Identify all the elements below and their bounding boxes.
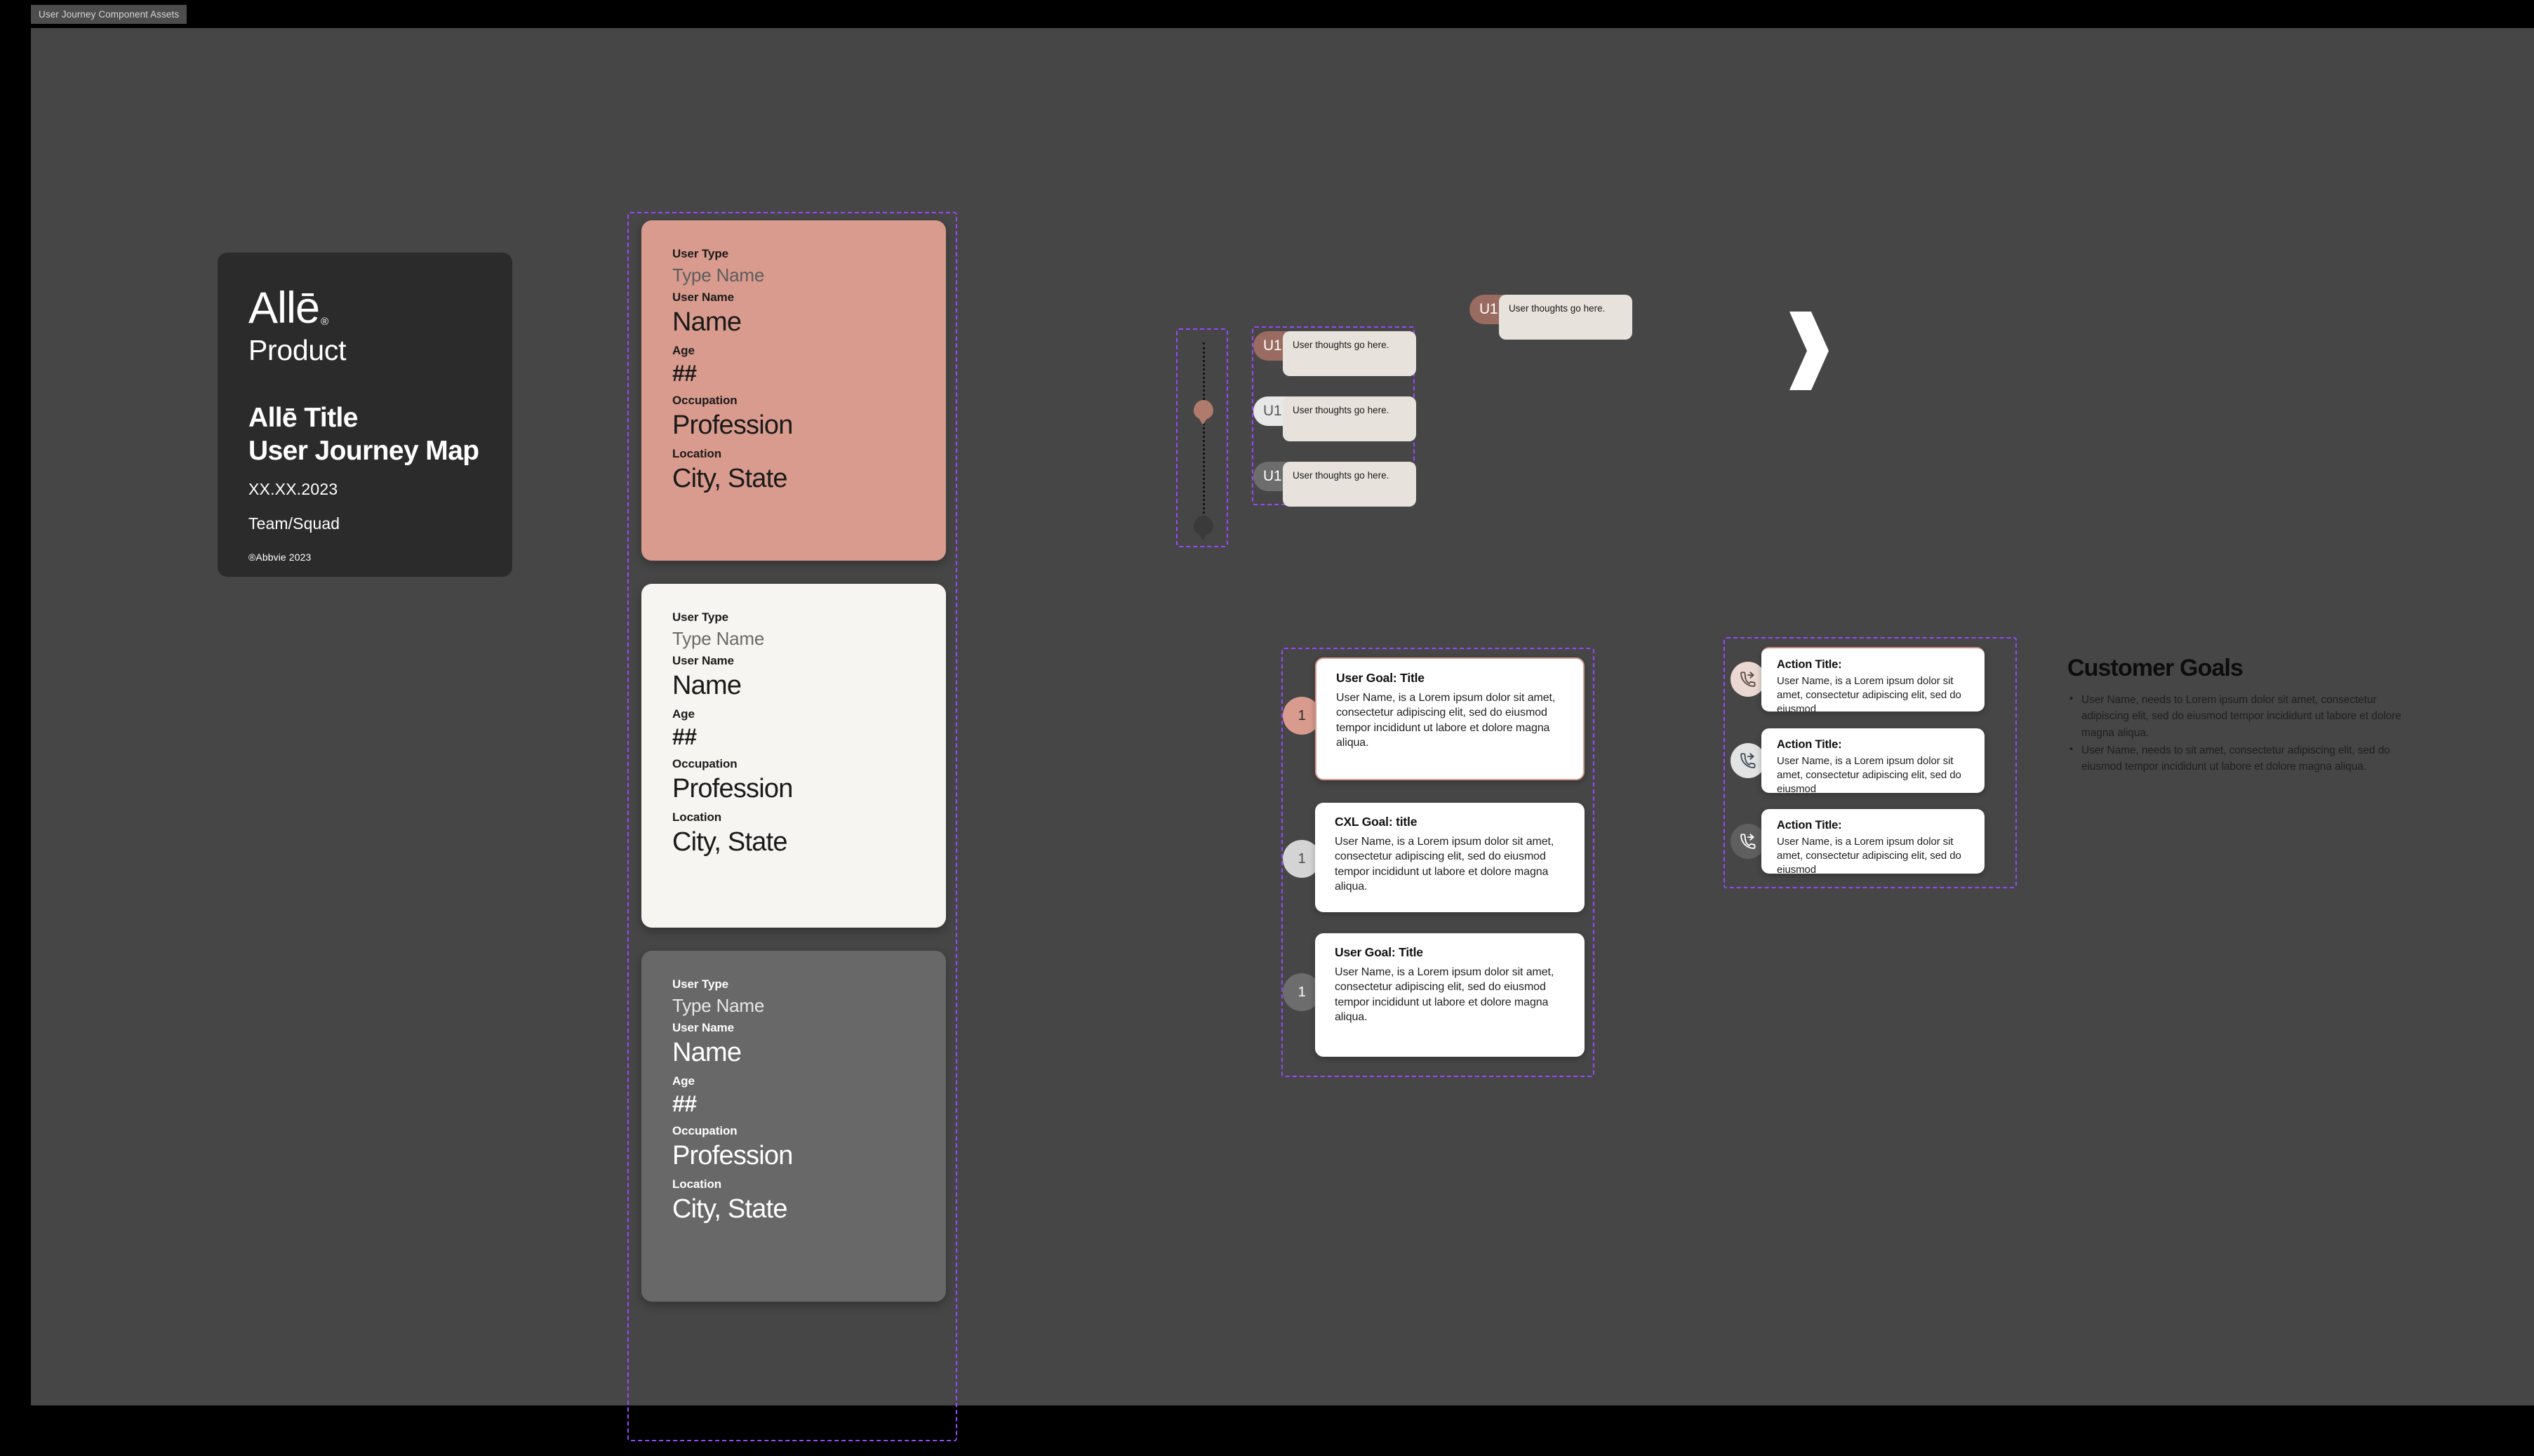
persona-value-location: City, State: [672, 1194, 787, 1224]
doc-copyright: ®Abbvie 2023: [248, 551, 312, 563]
persona-value-type: Type Name: [672, 628, 765, 649]
persona-value-type: Type Name: [672, 995, 765, 1016]
phone-forwarded-icon[interactable]: [1731, 743, 1766, 778]
action-cards-selection-box[interactable]: Action Title: User Name, is a Lorem ipsu…: [1723, 637, 2017, 888]
brand-name: Allē: [248, 283, 320, 333]
featured-thought-row[interactable]: U1 User thoughts go here.: [1469, 295, 1632, 344]
persona-card-salmon[interactable]: User Type Type Name User Name Name Age #…: [641, 220, 946, 561]
goal-body: User Name, is a Lorem ipsum dolor sit am…: [1335, 966, 1554, 1023]
action-body: User Name, is a Lorem ipsum dolor sit am…: [1777, 836, 1961, 874]
persona-value-name: Name: [672, 307, 742, 337]
action-title: Action Title:: [1777, 658, 1842, 671]
goal-card[interactable]: User Goal: Title User Name, is a Lorem i…: [1315, 933, 1585, 1057]
action-card[interactable]: Action Title: User Name, is a Lorem ipsu…: [1761, 647, 1985, 712]
action-body: User Name, is a Lorem ipsum dolor sit am…: [1777, 675, 1961, 712]
persona-value-location: City, State: [672, 464, 787, 494]
persona-value-occupation: Profession: [672, 1141, 793, 1171]
page-title: Allē Title User Journey Map: [248, 402, 481, 468]
customer-goals-list: User Name, needs to Lorem ipsum dolor si…: [2067, 691, 2425, 775]
persona-label-age: Age: [672, 1074, 695, 1088]
persona-label-location: Location: [672, 1177, 722, 1191]
persona-label-occupation: Occupation: [672, 394, 738, 408]
phone-forwarded-icon[interactable]: [1731, 662, 1766, 697]
customer-goals-heading: Customer Goals: [2067, 655, 2243, 681]
product-label: Product: [248, 333, 347, 366]
goal-body: User Name, is a Lorem ipsum dolor sit am…: [1335, 836, 1554, 893]
persona-card-light[interactable]: User Type Type Name User Name Name Age #…: [641, 584, 946, 928]
persona-label-location: Location: [672, 447, 722, 461]
doc-team: Team/Squad: [248, 514, 340, 533]
doc-title-line-2: User Journey Map: [248, 435, 479, 466]
list-item: User Name, needs to Lorem ipsum dolor si…: [2067, 691, 2425, 741]
action-card[interactable]: Action Title: User Name, is a Lorem ipsu…: [1761, 809, 1985, 874]
persona-value-type: Type Name: [672, 265, 765, 286]
persona-label-occupation: Occupation: [672, 1124, 738, 1138]
doc-date: XX.XX.2023: [248, 479, 338, 498]
journey-pin-track-selection-box[interactable]: [1176, 328, 1228, 547]
persona-label-occupation: Occupation: [672, 757, 738, 771]
goal-cards-selection-box[interactable]: 1 User Goal: Title User Name, is a Lorem…: [1281, 648, 1594, 1077]
goal-body: User Name, is a Lorem ipsum dolor sit am…: [1336, 692, 1556, 749]
thought-bubble-text: User thoughts go here.: [1283, 462, 1416, 507]
action-body: User Name, is a Lorem ipsum dolor sit am…: [1777, 755, 1961, 793]
persona-label-user-name: User Name: [672, 1021, 734, 1034]
customer-goals-block: Customer Goals User Name, needs to Lorem…: [2067, 655, 2425, 776]
thought-row[interactable]: U1 User thoughts go here.: [1253, 462, 1416, 508]
thought-row[interactable]: U1 User thoughts go here.: [1253, 331, 1416, 378]
registered-mark-icon: ®: [321, 315, 328, 328]
persona-label-user-name: User Name: [672, 654, 734, 667]
thought-bubble-text: User thoughts go here.: [1499, 295, 1632, 340]
user-thoughts-selection-box[interactable]: U1 User thoughts go here. U1 User though…: [1252, 326, 1416, 508]
persona-value-age: ##: [672, 1090, 697, 1116]
brand-wordmark: Allē ®: [248, 286, 328, 330]
list-item: User Name, needs to sit amet, consectetu…: [2067, 742, 2425, 775]
persona-value-location: City, State: [672, 827, 787, 857]
thought-row[interactable]: U1 User thoughts go here.: [1253, 396, 1416, 443]
goal-title: User Goal: Title: [1336, 671, 1425, 685]
chevron-right-icon[interactable]: [1785, 309, 1831, 393]
frame-label[interactable]: User Journey Component Assets: [31, 5, 187, 24]
persona-label-user-type: User Type: [672, 977, 729, 991]
persona-label-location: Location: [672, 810, 722, 824]
thought-bubble-text: User thoughts go here.: [1283, 331, 1416, 376]
map-pin-icon[interactable]: [1194, 516, 1213, 541]
persona-value-age: ##: [672, 723, 697, 749]
action-title: Action Title:: [1777, 819, 1842, 831]
persona-label-user-name: User Name: [672, 290, 734, 304]
persona-label-age: Age: [672, 343, 695, 357]
persona-value-occupation: Profession: [672, 774, 793, 804]
title-card[interactable]: Allē ® Product Allē Title User Journey Ma…: [218, 253, 512, 577]
goal-title: CXL Goal: title: [1335, 815, 1418, 829]
persona-value-name: Name: [672, 1038, 742, 1067]
persona-value-name: Name: [672, 671, 742, 700]
persona-label-user-type: User Type: [672, 247, 729, 260]
persona-label-age: Age: [672, 707, 695, 721]
figma-canvas: Allē ® Product Allē Title User Journey Ma…: [31, 28, 2534, 1441]
goal-card[interactable]: User Goal: Title User Name, is a Lorem i…: [1315, 657, 1585, 780]
goal-title: User Goal: Title: [1335, 945, 1423, 959]
persona-label-user-type: User Type: [672, 610, 729, 624]
thought-bubble-text: User thoughts go here.: [1283, 396, 1416, 441]
action-card[interactable]: Action Title: User Name, is a Lorem ipsu…: [1761, 728, 1985, 793]
action-title: Action Title:: [1777, 738, 1842, 751]
persona-value-occupation: Profession: [672, 410, 793, 441]
persona-card-gray[interactable]: User Type Type Name User Name Name Age #…: [641, 951, 946, 1302]
phone-forwarded-icon[interactable]: [1731, 824, 1766, 859]
persona-value-age: ##: [672, 360, 697, 386]
dotted-track-line: [1203, 342, 1205, 535]
persona-cards-selection-box[interactable]: User Type Type Name User Name Name Age #…: [627, 212, 957, 1441]
map-pin-icon[interactable]: [1194, 400, 1213, 425]
goal-card[interactable]: CXL Goal: title User Name, is a Lorem ip…: [1315, 803, 1585, 912]
doc-title-line-1: Allē Title: [248, 402, 358, 433]
